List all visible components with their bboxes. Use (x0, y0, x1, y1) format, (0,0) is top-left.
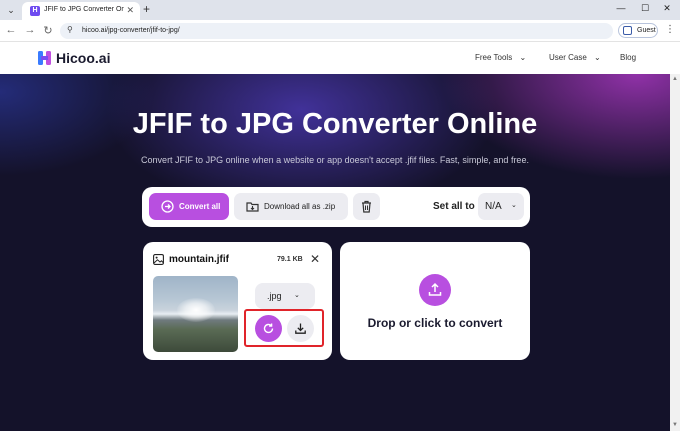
tab-favicon-icon: H (30, 6, 40, 16)
trash-icon (362, 200, 371, 213)
tab-title: JFIF to JPG Converter Online - F (44, 6, 124, 13)
file-size: 79.1 KB (277, 256, 303, 263)
chevron-down-icon: ⌄ (519, 53, 527, 62)
thumbnail-sun-glare (177, 298, 215, 322)
minimize-icon[interactable]: — (614, 3, 628, 13)
folder-icon (246, 202, 259, 212)
set-all-label: Set all to (433, 201, 475, 212)
convert-file-button[interactable] (255, 315, 282, 342)
chevron-down-icon: ⌄ (594, 53, 601, 62)
file-name: mountain.jfif (169, 254, 229, 265)
file-card: mountain.jfif 79.1 KB ✕ .jpg ⌄ (143, 242, 332, 360)
back-icon[interactable]: ← (4, 24, 18, 36)
image-icon (153, 254, 164, 265)
hicoo-logo-icon[interactable] (38, 51, 51, 65)
set-all-value: N/A (485, 201, 502, 212)
download-zip-label: Download all as .zip (264, 202, 336, 211)
output-format-value: .jpg (267, 291, 282, 301)
browser-menu-icon[interactable]: ⋮ (665, 24, 675, 35)
convert-icon (161, 200, 174, 213)
convert-all-button[interactable]: Convert all (149, 193, 229, 220)
url-text[interactable]: hicoo.ai/jpg-converter/jfif-to-jpg/ (82, 27, 180, 34)
reload-icon[interactable]: ↻ (41, 24, 55, 37)
nav-user-case[interactable]: User Case ⌄ (549, 53, 601, 62)
profile-icon (623, 26, 632, 35)
scroll-up-icon[interactable]: ▲ (672, 76, 678, 82)
download-zip-button[interactable]: Download all as .zip (234, 193, 348, 220)
tab-search-icon[interactable]: ⌄ (4, 3, 18, 17)
convert-all-label: Convert all (179, 202, 221, 211)
action-bar: Convert all Download all as .zip Set all… (142, 187, 530, 227)
remove-file-icon[interactable]: ✕ (310, 252, 320, 266)
chevron-down-icon: ⌄ (511, 202, 517, 209)
browser-tab[interactable]: H JFIF to JPG Converter Online - F ✕ (22, 2, 140, 20)
browser-toolbar: ← → ↻ ⚲ hicoo.ai/jpg-converter/jfif-to-j… (0, 20, 680, 42)
dropzone-label: Drop or click to convert (367, 316, 503, 330)
page-scrollbar[interactable] (670, 74, 680, 431)
forward-icon[interactable]: → (23, 24, 37, 36)
download-file-button[interactable] (287, 315, 314, 342)
upload-icon (428, 282, 442, 296)
nav-free-tools-label: Free Tools (475, 53, 513, 62)
file-thumbnail (153, 276, 238, 352)
set-all-select[interactable]: N/A ⌄ (478, 193, 524, 220)
output-format-select[interactable]: .jpg ⌄ (255, 283, 315, 309)
browser-tab-strip: ⌄ H JFIF to JPG Converter Online - F ✕ +… (0, 0, 680, 20)
site-header: Hicoo.ai Free Tools ⌄ User Case ⌄ Blog (0, 42, 680, 74)
page-subtitle: Convert JFIF to JPG online when a websit… (141, 155, 529, 165)
site-info-icon[interactable]: ⚲ (67, 25, 73, 34)
nav-blog[interactable]: Blog (620, 53, 636, 62)
download-icon (295, 323, 306, 334)
window-close-icon[interactable]: ✕ (660, 3, 674, 14)
refresh-icon (263, 323, 274, 334)
delete-all-button[interactable] (353, 193, 380, 220)
profile-button[interactable]: Guest (618, 23, 658, 38)
address-bar[interactable]: ⚲ hicoo.ai/jpg-converter/jfif-to-jpg/ (60, 23, 613, 39)
nav-user-case-label: User Case (549, 53, 587, 62)
upload-button[interactable] (419, 274, 451, 306)
tab-close-icon[interactable]: ✕ (126, 5, 134, 16)
scroll-down-icon[interactable]: ▼ (672, 422, 678, 428)
nav-free-tools[interactable]: Free Tools ⌄ (475, 53, 526, 62)
maximize-icon[interactable]: ☐ (638, 3, 652, 14)
upload-dropzone[interactable]: Drop or click to convert (340, 242, 530, 360)
site-logo-text[interactable]: Hicoo.ai (56, 50, 110, 66)
new-tab-button[interactable]: + (143, 2, 150, 16)
profile-label: Guest (637, 27, 656, 34)
page-title: JFIF to JPG Converter Online (132, 108, 538, 140)
chevron-down-icon: ⌄ (294, 292, 300, 299)
